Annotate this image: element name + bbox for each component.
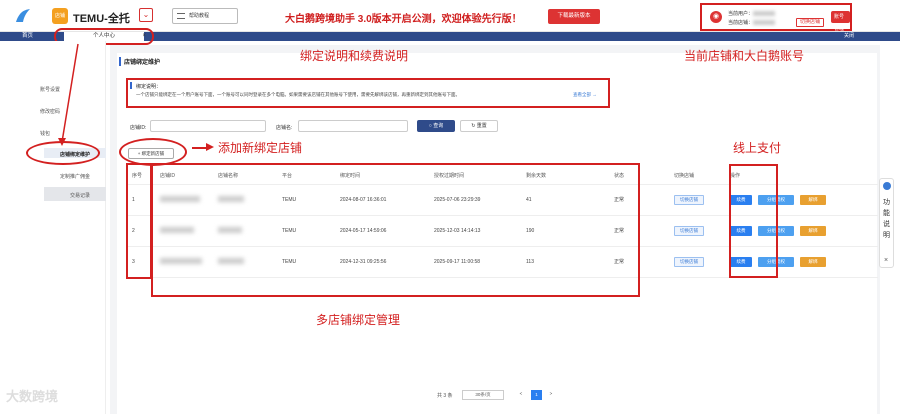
- redacted-store: [753, 20, 776, 26]
- sidebar-item-transactions[interactable]: 交易记录: [70, 192, 90, 199]
- menu-icon: [177, 13, 185, 19]
- chevron-down-icon[interactable]: ⌄: [139, 8, 153, 22]
- unbind-button[interactable]: 解绑: [800, 256, 826, 267]
- sidebar-item-wallet[interactable]: 钱包: [40, 130, 50, 137]
- description-more-link[interactable]: 查看全部 →: [573, 92, 597, 98]
- pager-total: 共 3 条: [437, 393, 453, 399]
- switch-store-button[interactable]: 切换店铺: [796, 18, 825, 27]
- query-label: 查询: [433, 123, 444, 129]
- help-icon: [883, 182, 891, 190]
- switch-store-button[interactable]: 切换店铺: [674, 256, 704, 267]
- watermark: 大数跨境: [6, 389, 59, 404]
- store-name-label: 店铺名:: [276, 125, 293, 131]
- row-switch-cell: 切换店铺: [670, 246, 726, 278]
- avatar-icon[interactable]: ◉: [710, 11, 722, 23]
- annotation-add-store: 添加新绑定店铺: [218, 141, 303, 155]
- switch-store-button[interactable]: 切换店铺: [674, 194, 704, 205]
- sidebar-item-account-settings[interactable]: 账号设置: [40, 86, 60, 93]
- col-switch: 切换店铺: [670, 168, 726, 185]
- help-button[interactable]: 帮助教程: [172, 8, 238, 24]
- store-name-input[interactable]: [298, 120, 408, 132]
- store-badge-icon: 店铺: [52, 8, 68, 24]
- notice-banner: 大白鹅跨境助手 3.0版本开启公测，欢迎体验先行版！: [285, 14, 522, 25]
- unbind-button[interactable]: 解绑: [800, 194, 826, 205]
- arrow-to-add-store: [192, 147, 208, 149]
- bird-logo-icon: [16, 9, 30, 22]
- sidebar-highlight-ring: [26, 141, 100, 165]
- index-column-highlight: [126, 163, 152, 279]
- renew-column-highlight: [729, 164, 778, 278]
- close-icon[interactable]: ×: [884, 257, 888, 264]
- description-text: 一个店铺只能绑定在一个用户账号下面，一个账号可以同时登录在多个电脑。如果需要该店…: [136, 92, 460, 97]
- description-title: 绑定说明：: [136, 84, 162, 90]
- unbind-button[interactable]: 解绑: [800, 225, 826, 236]
- page-size-select[interactable]: 30条/页: [462, 390, 504, 400]
- store-id-label: 店铺ID:: [130, 125, 147, 131]
- annotation-bind-desc: 绑定说明和续费说明: [300, 49, 409, 63]
- annotation-account: 当前店铺和大白鹅账号: [684, 49, 805, 63]
- help-label: 帮助教程: [189, 13, 210, 19]
- table-highlight-box: [151, 163, 640, 297]
- feature-help-label: 功能说明: [883, 199, 890, 239]
- reset-label: 重置: [476, 123, 487, 129]
- annotation-multi-store: 多店铺绑定管理: [316, 313, 401, 327]
- tab-close-all[interactable]: 关闭: [844, 32, 854, 41]
- account-management-button[interactable]: 账号管理: [831, 11, 850, 32]
- add-store-highlight-ring: [119, 138, 187, 166]
- store-id-input[interactable]: [150, 120, 266, 132]
- sidebar-item-change-password[interactable]: 修改密码: [40, 108, 60, 115]
- download-button[interactable]: 下载最新版本: [548, 9, 600, 24]
- current-store-label: 当前店铺：: [728, 20, 754, 26]
- close-icon[interactable]: ×: [142, 32, 146, 41]
- row-switch-cell: 切换店铺: [670, 184, 726, 216]
- tab-home[interactable]: 首页: [22, 32, 33, 41]
- redacted-user: [753, 11, 776, 17]
- app-name: TEMU-全托: [73, 13, 130, 25]
- annotation-pay: 线上支付: [733, 141, 782, 155]
- switch-store-button[interactable]: 切换店铺: [674, 225, 704, 236]
- reset-button[interactable]: ↻ 重置: [460, 120, 498, 132]
- current-store: 当前店铺：: [728, 19, 776, 26]
- query-button[interactable]: ○ 查询: [417, 120, 455, 132]
- page-1-button[interactable]: 1: [531, 390, 542, 400]
- sidebar-item-promo-commission[interactable]: 定制推广佣金: [60, 173, 90, 180]
- current-user-label: 当前用户：: [728, 11, 754, 17]
- tab-personal-center-label: 个人中心: [64, 32, 144, 41]
- feature-help-panel[interactable]: 功能说明 ×: [879, 178, 894, 268]
- description-accent-bar: [130, 82, 132, 89]
- row-switch-cell: 切换店铺: [670, 215, 726, 247]
- account-panel: ◉ 当前用户： 当前店铺： 切换店铺 账号管理: [700, 3, 852, 32]
- sidebar: [0, 41, 106, 414]
- prev-page-button[interactable]: <: [516, 390, 526, 400]
- next-page-button[interactable]: >: [546, 390, 556, 400]
- page-title: 店铺绑定维护: [119, 57, 160, 66]
- current-user: 当前用户：: [728, 10, 776, 17]
